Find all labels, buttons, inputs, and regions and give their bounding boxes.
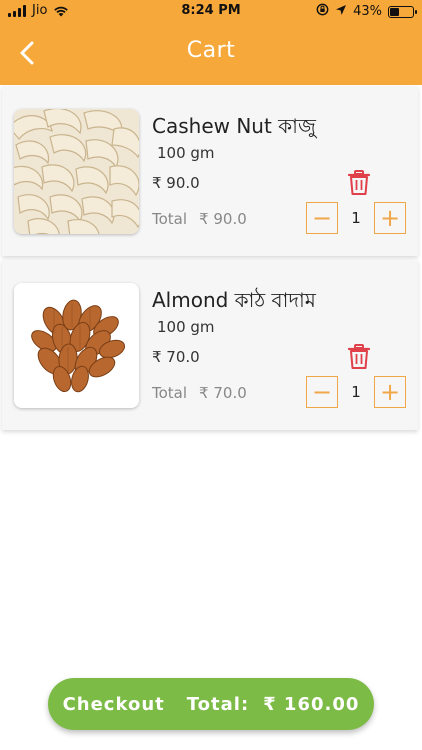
delete-item-button[interactable] xyxy=(347,170,371,196)
decrease-quantity-button[interactable]: − xyxy=(306,202,338,234)
page-title: Cart xyxy=(186,38,236,63)
quantity-count: 1 xyxy=(351,383,361,401)
checkout-button[interactable]: Checkout Total: ₹ 160.00 xyxy=(48,678,374,730)
item-total: Total ₹ 70.0 xyxy=(152,384,247,402)
cashew-nuts-image xyxy=(14,109,139,234)
rotation-lock-icon xyxy=(316,3,329,20)
increase-quantity-button[interactable]: + xyxy=(374,376,406,408)
checkout-label: Checkout xyxy=(62,693,165,715)
cart-item-cashew: Cashew Nut কাজু 100 gm ₹ 90.0 Total ₹ 90.… xyxy=(2,86,418,256)
trash-icon xyxy=(347,344,371,369)
delete-item-button[interactable] xyxy=(347,344,371,370)
app-header: Jio 8:24 PM 43% Cart xyxy=(0,0,422,85)
item-quantity-label: 100 gm xyxy=(157,318,215,336)
item-total: Total ₹ 90.0 xyxy=(152,210,247,228)
cart-list: Cashew Nut কাজু 100 gm ₹ 90.0 Total ₹ 90.… xyxy=(0,86,422,434)
item-quantity-label: 100 gm xyxy=(157,144,215,162)
status-right: 43% xyxy=(316,3,417,20)
decrease-quantity-button[interactable]: − xyxy=(306,376,338,408)
item-price: ₹ 70.0 xyxy=(152,348,200,366)
item-total-label: Total xyxy=(152,210,188,228)
checkout-total-label: Total: xyxy=(186,693,250,715)
increase-quantity-button[interactable]: + xyxy=(374,202,406,234)
item-name: Almond কাঠ বাদাম xyxy=(152,288,316,312)
battery-icon xyxy=(388,5,417,18)
trash-icon xyxy=(347,170,371,195)
checkout-total-amount: ₹ 160.00 xyxy=(263,693,360,715)
quantity-stepper: − 1 + xyxy=(306,376,408,408)
quantity-count: 1 xyxy=(351,209,361,227)
item-total-label: Total xyxy=(152,384,188,402)
status-bar: Jio 8:24 PM 43% xyxy=(0,0,422,24)
cart-item-almond: Almond কাঠ বাদাম 100 gm ₹ 70.0 Total ₹ 70… xyxy=(2,260,418,430)
item-total-value: ₹ 70.0 xyxy=(199,384,247,402)
item-total-value: ₹ 90.0 xyxy=(199,210,247,228)
quantity-stepper: − 1 + xyxy=(306,202,408,234)
item-price: ₹ 90.0 xyxy=(152,174,200,192)
location-icon xyxy=(335,4,347,20)
item-name: Cashew Nut কাজু xyxy=(152,114,316,138)
almonds-image xyxy=(14,283,139,408)
battery-fill xyxy=(390,7,399,16)
battery-percent: 43% xyxy=(353,4,382,19)
